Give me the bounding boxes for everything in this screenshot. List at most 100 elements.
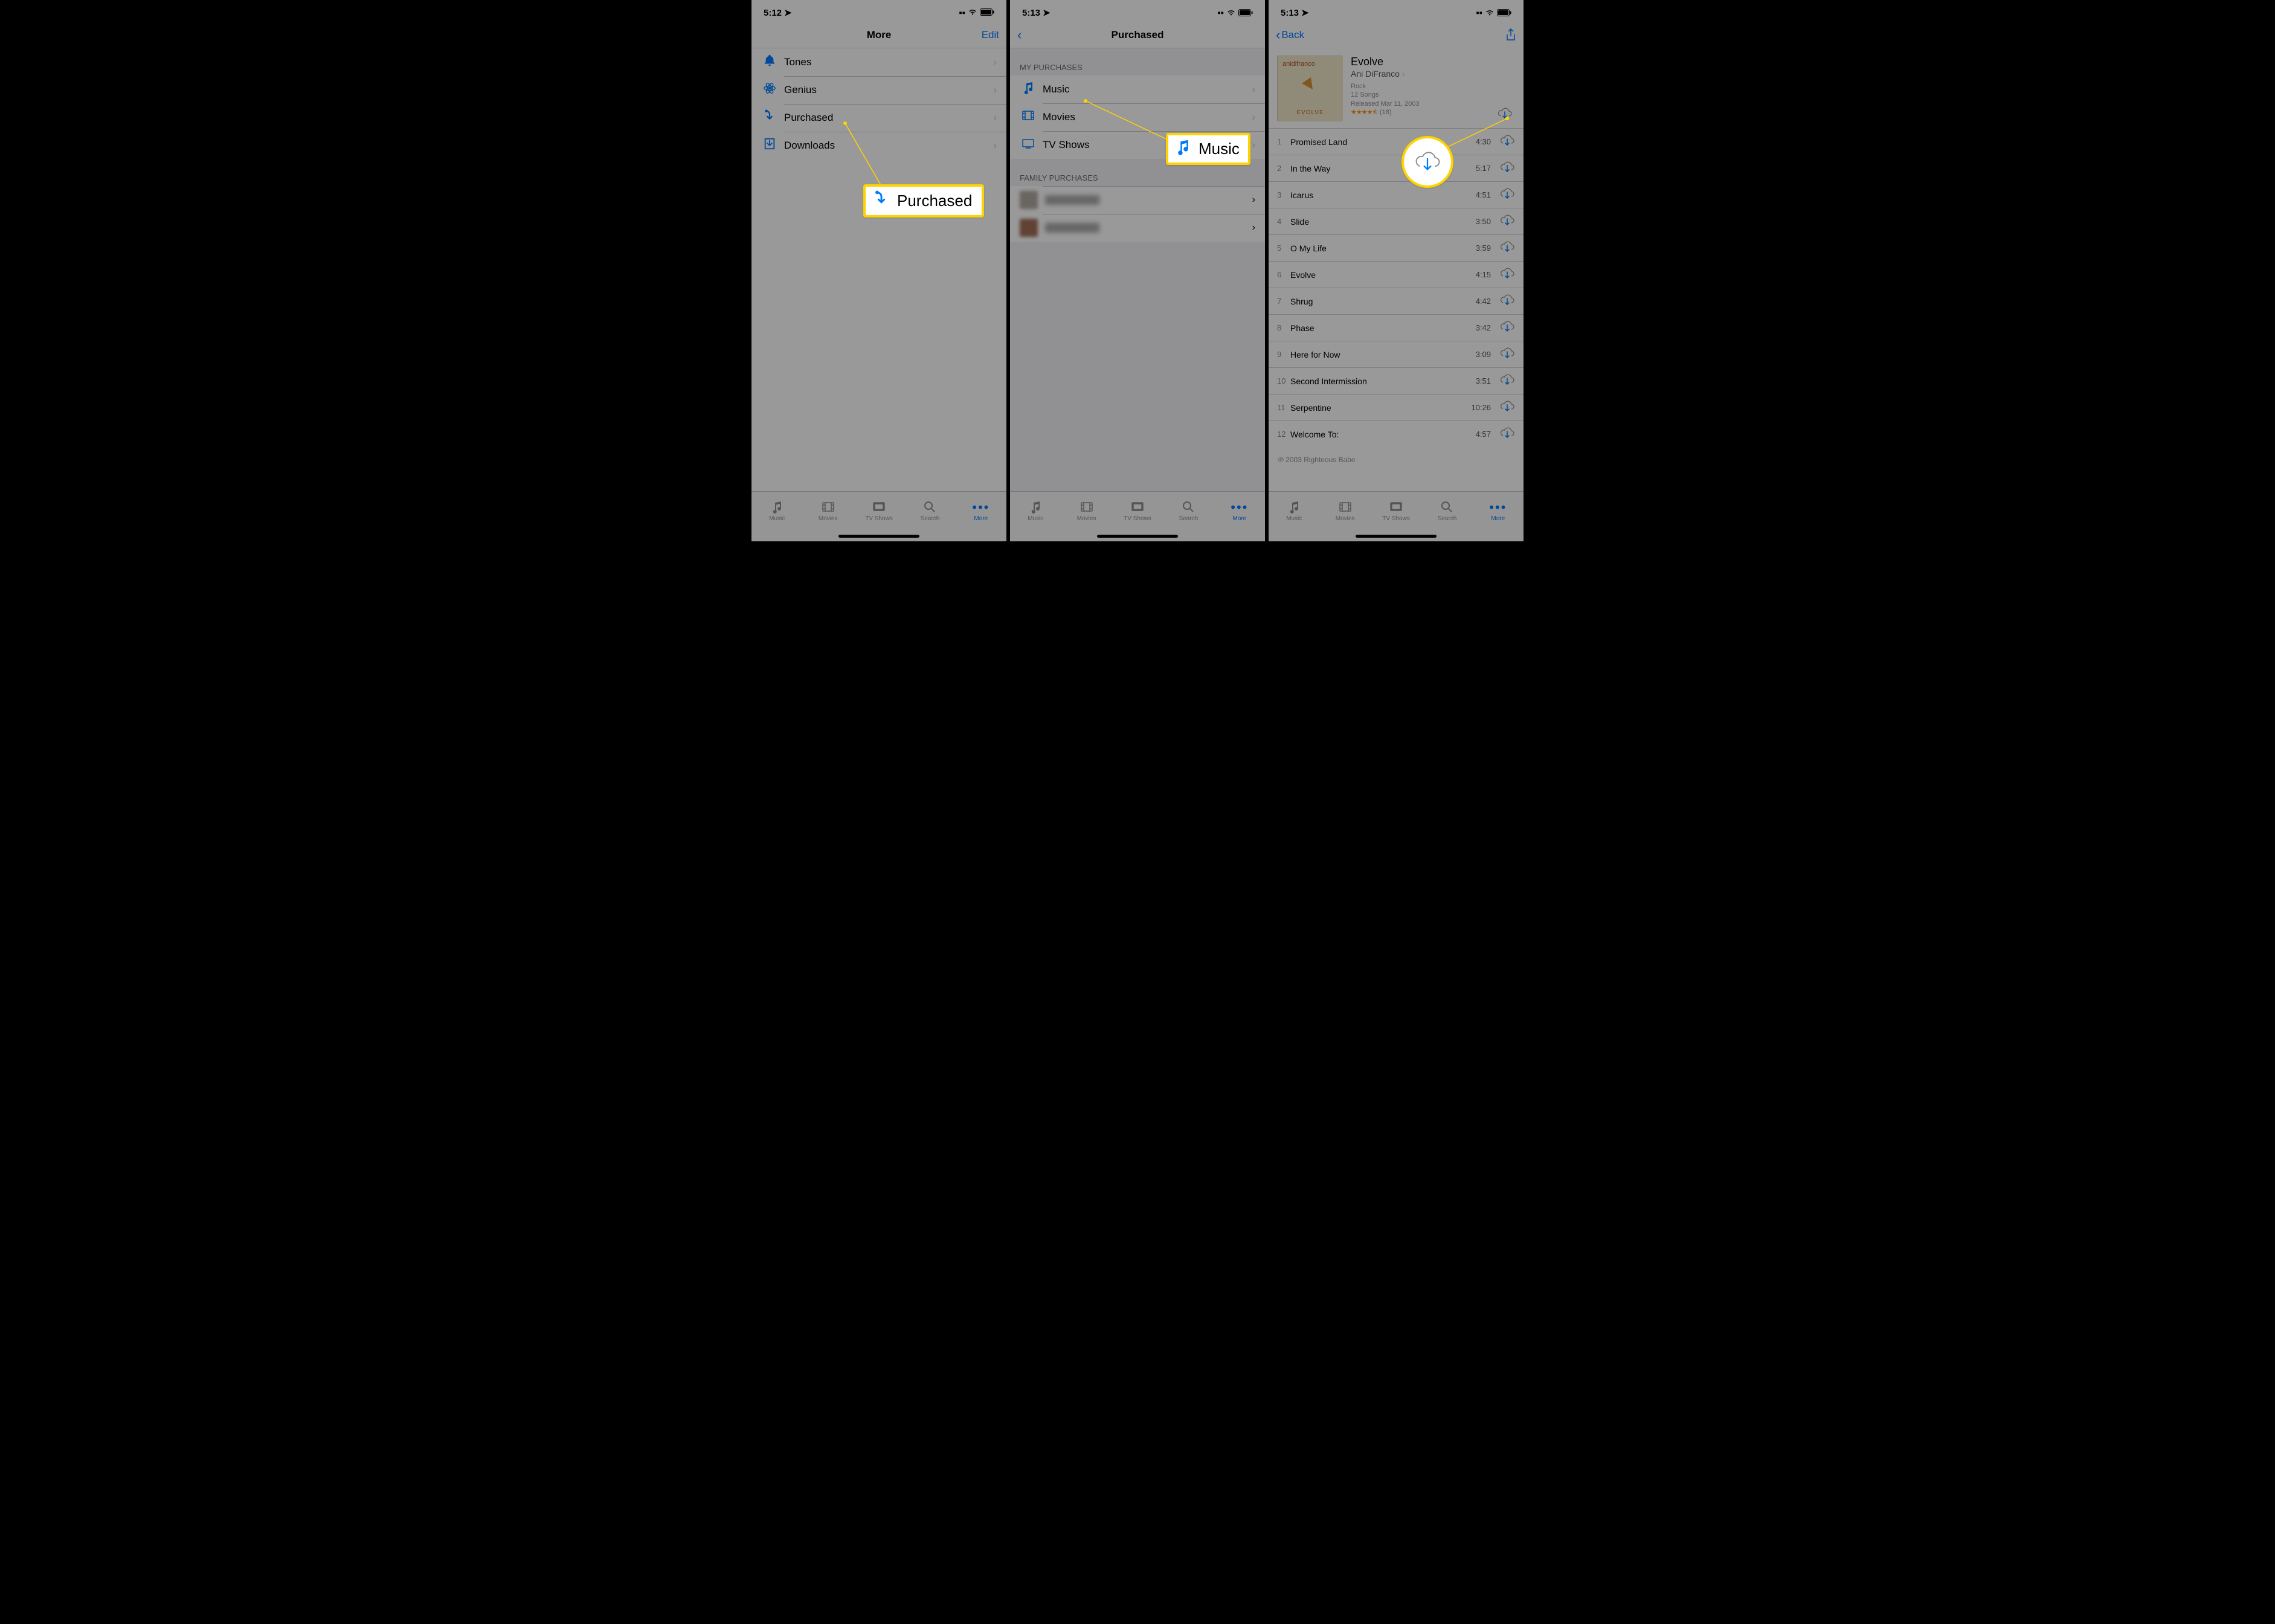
- tab-more[interactable]: •••More: [956, 492, 1006, 529]
- tab-music[interactable]: Music: [1010, 492, 1061, 529]
- music-note-icon: [1173, 138, 1192, 160]
- row-genius[interactable]: Genius ›: [751, 76, 1006, 104]
- tab-more[interactable]: •••More: [1214, 492, 1265, 529]
- tab-bar: Music Movies TV Shows Search •••More: [751, 491, 1006, 541]
- track-download-button[interactable]: [1491, 401, 1515, 414]
- home-indicator[interactable]: [1097, 535, 1178, 538]
- family-member-row[interactable]: ›: [1010, 214, 1265, 242]
- track-number: 11: [1277, 403, 1290, 412]
- edit-button[interactable]: Edit: [982, 29, 999, 41]
- track-row[interactable]: 5O My Life3:59: [1269, 234, 1524, 261]
- track-number: 3: [1277, 190, 1290, 199]
- track-download-button[interactable]: [1491, 161, 1515, 175]
- track-number: 2: [1277, 164, 1290, 173]
- track-duration: 4:51: [1463, 190, 1491, 199]
- track-download-button[interactable]: [1491, 188, 1515, 202]
- row-tones[interactable]: Tones ›: [751, 48, 1006, 76]
- status-bar: 5:13➤ ▪▪: [1269, 0, 1524, 22]
- track-duration: 4:42: [1463, 297, 1491, 306]
- svg-text:EVOLVE: EVOLVE: [1296, 109, 1324, 116]
- chevron-right-icon: ›: [993, 84, 997, 96]
- track-row[interactable]: 2In the Way5:17: [1269, 155, 1524, 181]
- tab-search[interactable]: Search: [1163, 492, 1214, 529]
- album-title: Evolve: [1351, 56, 1486, 68]
- tab-music[interactable]: Music: [751, 492, 802, 529]
- track-download-button[interactable]: [1491, 268, 1515, 282]
- row-downloads[interactable]: Downloads ›: [751, 132, 1006, 160]
- home-indicator[interactable]: [838, 535, 919, 538]
- track-name: Second Intermission: [1290, 376, 1463, 386]
- tab-music[interactable]: Music: [1269, 492, 1319, 529]
- track-row[interactable]: 11Serpentine10:26: [1269, 394, 1524, 420]
- chevron-left-icon: ‹: [1017, 28, 1022, 42]
- track-download-button[interactable]: [1491, 374, 1515, 388]
- tab-movies[interactable]: Movies: [1061, 492, 1112, 529]
- chevron-right-icon: ›: [1252, 139, 1255, 151]
- tab-search[interactable]: Search: [1421, 492, 1472, 529]
- rating-stars: ★★★★⯪: [1351, 109, 1378, 116]
- signal-icon: ▪▪: [959, 8, 965, 18]
- track-download-button[interactable]: [1491, 241, 1515, 255]
- copyright: ℗ 2003 Righteous Babe: [1269, 447, 1524, 472]
- track-number: 4: [1277, 217, 1290, 226]
- download-all-button[interactable]: [1495, 56, 1515, 121]
- clock: 5:13: [1281, 8, 1299, 18]
- track-download-button[interactable]: [1491, 427, 1515, 441]
- album-art[interactable]: anidifrancoEVOLVE: [1277, 56, 1342, 121]
- track-row[interactable]: 8Phase3:42: [1269, 314, 1524, 341]
- track-download-button[interactable]: [1491, 347, 1515, 361]
- track-row[interactable]: 1Promised Land4:30: [1269, 128, 1524, 155]
- home-indicator[interactable]: [1356, 535, 1437, 538]
- track-row[interactable]: 6Evolve4:15: [1269, 261, 1524, 288]
- tab-search[interactable]: Search: [904, 492, 955, 529]
- track-duration: 3:51: [1463, 376, 1491, 385]
- location-icon: ➤: [784, 7, 792, 18]
- track-row[interactable]: 10Second Intermission3:51: [1269, 367, 1524, 394]
- film-icon: [1020, 108, 1037, 126]
- track-row[interactable]: 4Slide3:50: [1269, 208, 1524, 234]
- back-button[interactable]: ‹: [1017, 28, 1023, 42]
- share-button[interactable]: [1505, 28, 1516, 42]
- tab-tvshows[interactable]: TV Shows: [1112, 492, 1163, 529]
- section-my-purchases: MY PURCHASES: [1010, 48, 1265, 76]
- location-icon: ➤: [1043, 7, 1051, 18]
- track-number: 1: [1277, 137, 1290, 146]
- tab-more[interactable]: •••More: [1473, 492, 1524, 529]
- purchased-icon: [761, 109, 778, 126]
- track-duration: 3:50: [1463, 217, 1491, 226]
- screen-purchased: 5:13➤ ▪▪ ‹ Purchased MY PURCHASES Music …: [1010, 0, 1265, 541]
- track-download-button[interactable]: [1491, 294, 1515, 308]
- track-row[interactable]: 9Here for Now3:09: [1269, 341, 1524, 367]
- track-row[interactable]: 12Welcome To:4:57: [1269, 420, 1524, 447]
- chevron-right-icon: ›: [993, 56, 997, 68]
- tab-tvshows[interactable]: TV Shows: [854, 492, 904, 529]
- page-title: More: [751, 29, 1006, 41]
- track-number: 9: [1277, 350, 1290, 359]
- tab-tvshows[interactable]: TV Shows: [1371, 492, 1421, 529]
- tab-movies[interactable]: Movies: [1319, 492, 1370, 529]
- row-music[interactable]: Music ›: [1010, 76, 1265, 103]
- track-download-button[interactable]: [1491, 214, 1515, 228]
- chevron-right-icon: ›: [993, 140, 997, 152]
- track-duration: 10:26: [1463, 403, 1491, 412]
- track-download-button[interactable]: [1491, 135, 1515, 149]
- screen-more: 5:12➤ ▪▪ More Edit Tones › Genius › Purc…: [751, 0, 1006, 541]
- track-row[interactable]: 3Icarus4:51: [1269, 181, 1524, 208]
- track-name: Serpentine: [1290, 403, 1463, 413]
- tab-movies[interactable]: Movies: [802, 492, 853, 529]
- track-number: 7: [1277, 297, 1290, 306]
- nav-bar: ‹ Purchased: [1010, 22, 1265, 48]
- track-download-button[interactable]: [1491, 321, 1515, 335]
- row-movies[interactable]: Movies ›: [1010, 103, 1265, 131]
- family-member-row[interactable]: ›: [1010, 186, 1265, 214]
- track-row[interactable]: 7Shrug4:42: [1269, 288, 1524, 314]
- track-number: 10: [1277, 376, 1290, 385]
- wifi-icon: [968, 8, 977, 18]
- back-button[interactable]: ‹Back: [1276, 28, 1304, 42]
- location-icon: ➤: [1301, 7, 1309, 18]
- chevron-right-icon: ›: [1252, 83, 1255, 95]
- chevron-right-icon: ›: [993, 112, 997, 124]
- row-purchased[interactable]: Purchased ›: [751, 104, 1006, 132]
- tab-bar: Music Movies TV Shows Search •••More: [1269, 491, 1524, 541]
- album-artist[interactable]: Ani DiFranco ›: [1351, 69, 1486, 79]
